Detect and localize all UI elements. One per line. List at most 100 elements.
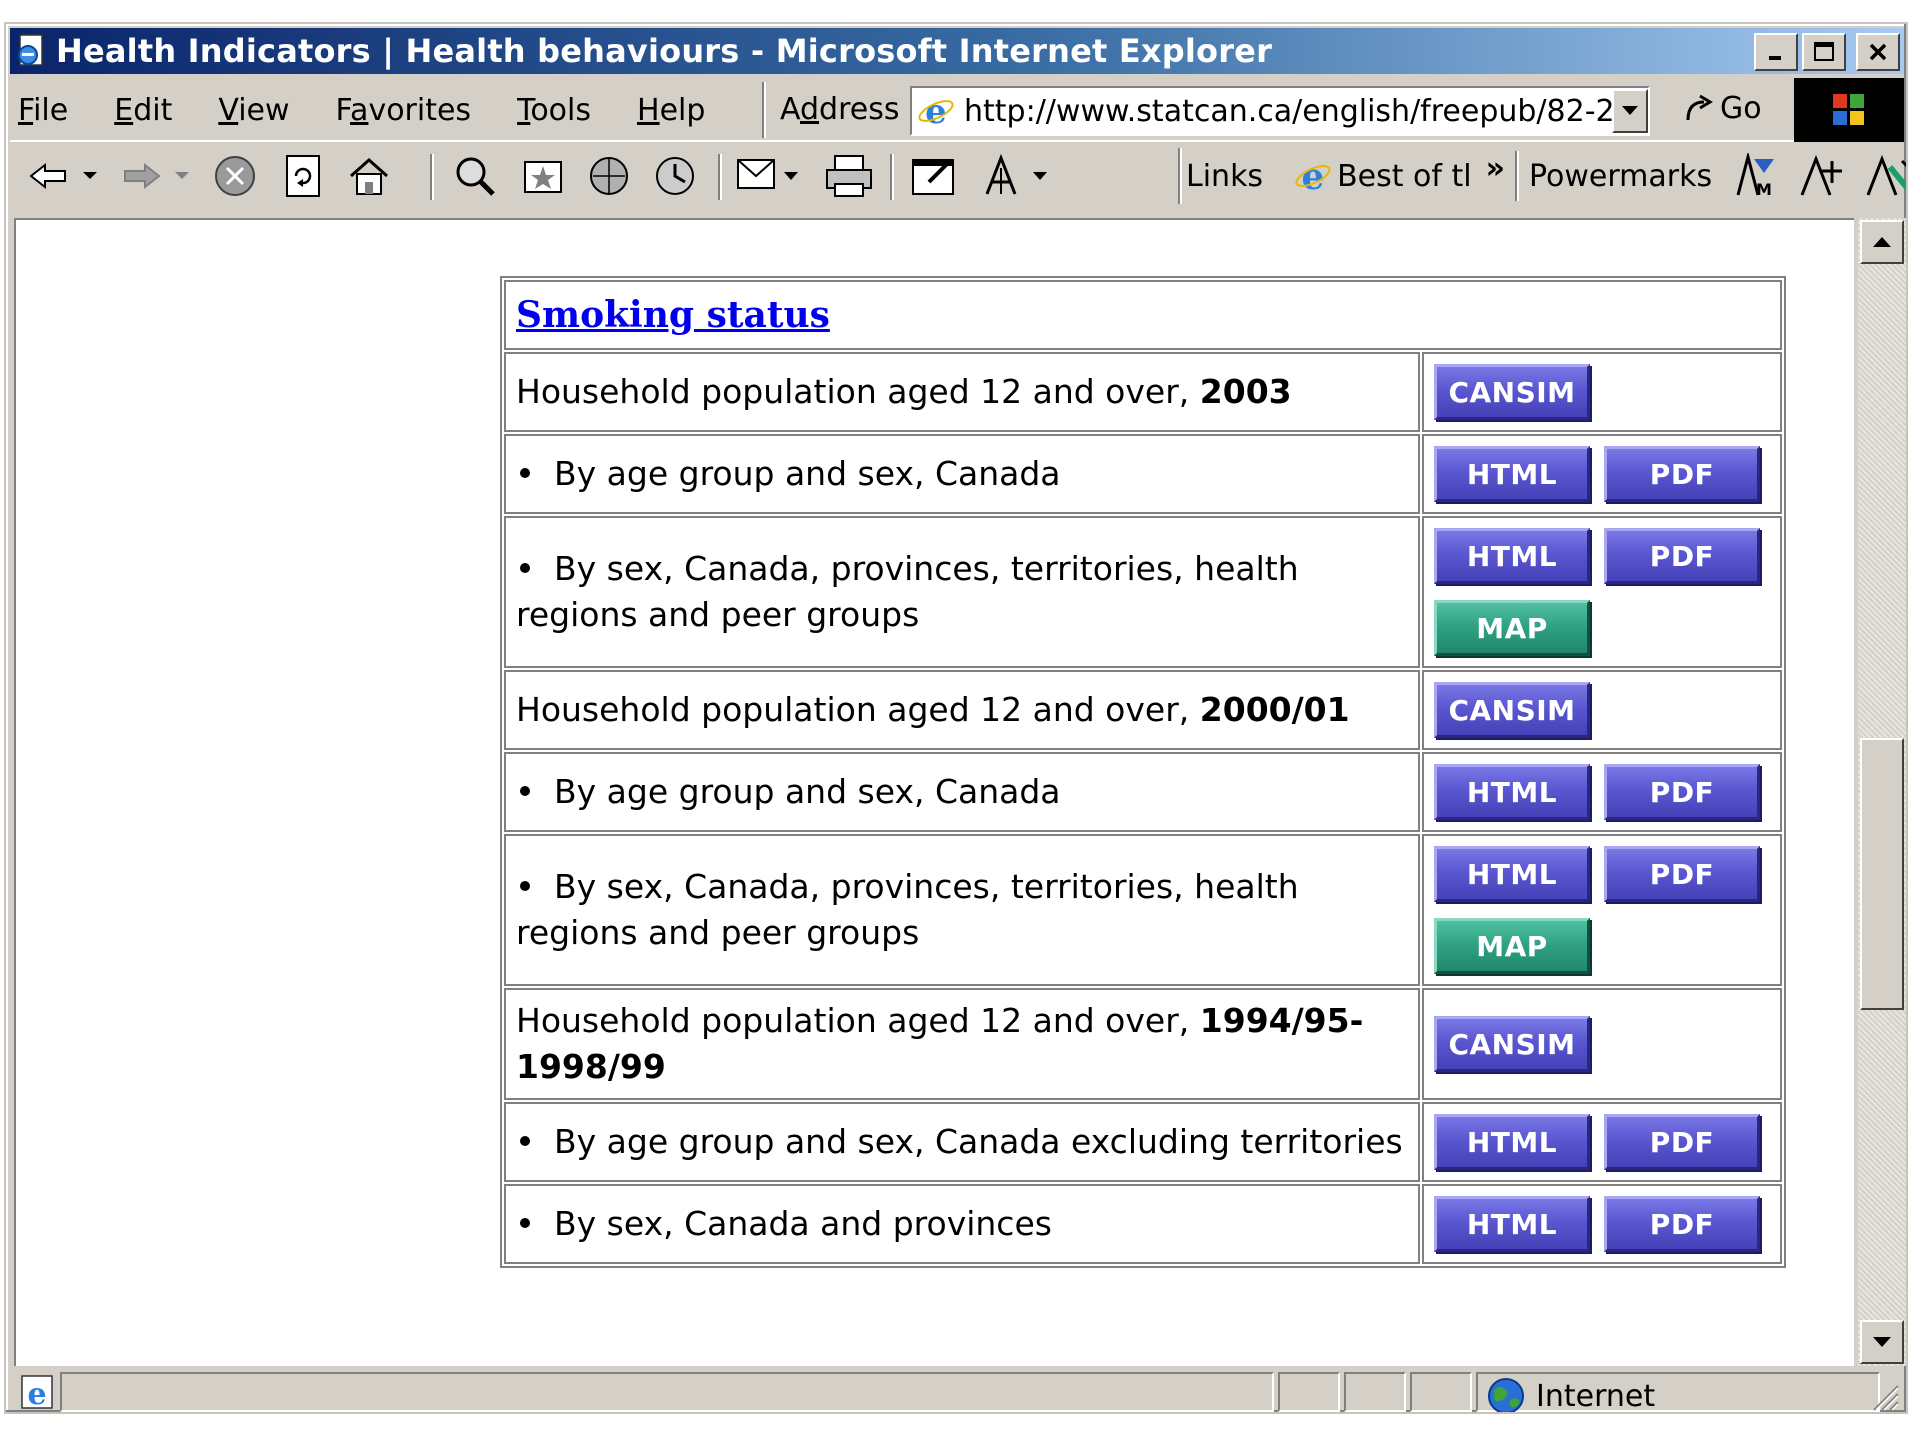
best-of-link[interactable]: e Best of tl [1293,156,1472,196]
security-zone[interactable]: Internet [1486,1376,1655,1412]
svg-text:M: M [1756,180,1772,199]
bullet-icon [520,1135,530,1146]
row-buttons: CANSIM [1422,988,1782,1100]
minimize-icon [1769,56,1781,60]
row-text: By age group and sex, Canada excluding t… [554,1122,1403,1161]
maximize-button[interactable] [1802,33,1846,71]
ie-logo-icon: e [1295,156,1331,196]
table-row: By age group and sex, Canada excluding t… [504,1102,1782,1182]
stop-button[interactable] [210,152,260,200]
cansim-button[interactable]: CANSIM [1434,1016,1590,1072]
dropdown-arrow-icon [175,172,189,179]
address-url[interactable]: http://www.statcan.ca/english/freepub/82… [964,94,1612,129]
go-button[interactable]: Go [1680,90,1762,126]
cansim-button[interactable]: CANSIM [1434,682,1590,738]
map-button[interactable]: MAP [1434,918,1590,974]
scroll-thumb[interactable] [1860,738,1904,1010]
favorites-star-icon [524,161,562,193]
back-dropdown[interactable] [78,152,102,200]
table-row: By sex, Canada, provinces, territories, … [504,516,1782,668]
scroll-up-button[interactable] [1860,220,1904,264]
ie-page-icon [18,34,43,66]
row-buttons: HTML PDF [1422,1102,1782,1182]
media-button[interactable] [584,152,634,200]
history-button[interactable] [650,152,700,200]
html-button[interactable]: HTML [1434,1114,1590,1170]
pdf-button[interactable]: PDF [1604,1114,1760,1170]
bullet-icon [520,785,530,796]
html-button[interactable]: HTML [1434,446,1590,502]
address-dropdown-button[interactable] [1612,89,1648,133]
forward-dropdown[interactable] [170,152,194,200]
html-button[interactable]: HTML [1434,846,1590,902]
menu-tools[interactable]: Tools [517,93,591,128]
home-button[interactable] [344,152,394,200]
menu-edit[interactable]: Edit [114,93,172,128]
mail-button[interactable] [734,152,804,200]
row-description: By sex, Canada, provinces, territories, … [504,834,1420,986]
favorites-button[interactable] [518,152,568,200]
bullet-icon [520,562,530,573]
resize-grip-icon[interactable] [1870,1382,1900,1412]
pdf-button[interactable]: PDF [1604,446,1760,502]
population-heading-row: Household population aged 12 and over, 2… [504,670,1782,750]
internet-globe-icon [1488,1378,1524,1412]
page-viewport[interactable]: Smoking status Household population aged… [14,218,1854,1366]
row-buttons: HTML PDF [1422,434,1782,514]
links-label[interactable]: Links [1186,159,1263,194]
minimize-button[interactable] [1754,33,1798,71]
powermarks-add-icon[interactable] [1798,153,1848,199]
html-button[interactable]: HTML [1434,1196,1590,1252]
row-text: By age group and sex, Canada [554,772,1061,811]
refresh-button[interactable] [278,152,328,200]
standard-toolbar: Links e Best of tl » Powermarks M [10,144,1906,208]
powermarks-icon[interactable]: M [1732,153,1782,199]
pdf-button[interactable]: PDF [1604,846,1760,902]
back-button[interactable] [24,152,74,200]
row-text: By sex, Canada and provinces [554,1204,1052,1243]
smoking-status-link[interactable]: Smoking status [516,294,830,336]
forward-button[interactable] [116,152,166,200]
row-description: By sex, Canada, provinces, territories, … [504,516,1420,668]
scroll-down-button[interactable] [1860,1320,1904,1364]
row-text: Household population aged 12 and over, [516,372,1200,411]
mail-icon [737,159,798,189]
pdf-button[interactable]: PDF [1604,1196,1760,1252]
messenger-button[interactable] [976,152,1056,200]
address-bar[interactable]: e http://www.statcan.ca/english/freepub/… [910,86,1650,136]
title-bar[interactable]: Health Indicators | Health behaviours - … [10,28,1904,74]
row-period: 2003 [1199,372,1292,411]
row-buttons: CANSIM [1422,670,1782,750]
html-button[interactable]: HTML [1434,764,1590,820]
maximize-icon [1814,42,1834,61]
separator [1178,148,1182,204]
row-description: Household population aged 12 and over, 2… [504,352,1420,432]
row-description: By age group and sex, Canada excluding t… [504,1102,1420,1182]
map-button[interactable]: MAP [1434,600,1590,656]
menu-file[interactable]: File [18,93,68,128]
edit-button[interactable] [908,152,962,200]
print-button[interactable] [822,152,876,200]
powermarks-button[interactable]: Powermarks [1529,159,1712,194]
menu-view[interactable]: View [218,93,289,128]
html-button[interactable]: HTML [1434,528,1590,584]
edit-window-icon [912,159,954,195]
bullet-icon [520,880,530,891]
menu-favorites[interactable]: Favorites [336,93,472,128]
media-globe-icon [590,157,628,195]
vertical-scrollbar[interactable] [1858,218,1906,1366]
close-button[interactable] [1856,33,1900,71]
links-chevron[interactable]: » [1486,151,1505,186]
links-bar: Links e Best of tl » Powermarks M [1186,144,1908,208]
cansim-button[interactable]: CANSIM [1434,364,1590,420]
status-pane [1410,1372,1472,1412]
pdf-button[interactable]: PDF [1604,764,1760,820]
status-bar: e Internet [10,1370,1904,1412]
powermarks-tool-icon[interactable] [1864,153,1908,199]
separator [430,154,434,200]
pdf-button[interactable]: PDF [1604,528,1760,584]
search-icon [456,157,495,196]
history-clock-icon [656,157,694,195]
search-button[interactable] [450,152,500,200]
menu-help[interactable]: Help [637,93,705,128]
